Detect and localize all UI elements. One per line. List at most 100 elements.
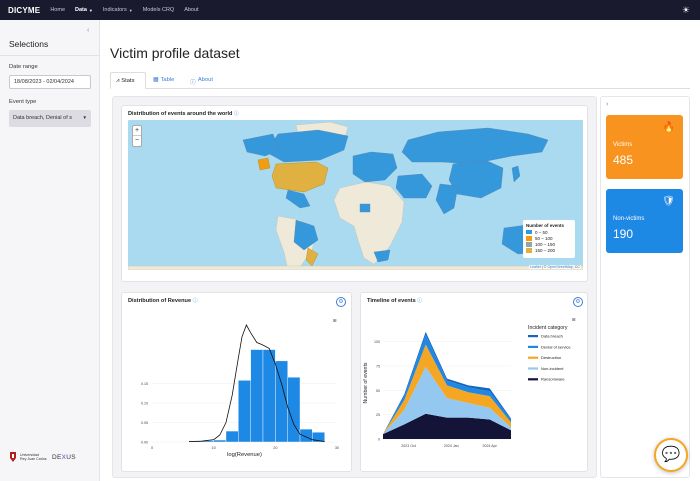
- y-tick-label: 0.05: [141, 421, 148, 425]
- caret-down-icon: ▼: [88, 7, 93, 13]
- country-india: [435, 183, 459, 215]
- gear-icon[interactable]: ⚙: [573, 297, 583, 307]
- info-icon: ⓘ: [190, 80, 196, 86]
- legend-swatch: [526, 236, 532, 241]
- zoom-control: + −: [132, 125, 142, 147]
- nonvictims-value: 190: [613, 227, 634, 241]
- nav-models-crq[interactable]: Models CRQ: [143, 7, 174, 13]
- x-tick-label: 0: [151, 446, 153, 450]
- caret-down-icon: ▼: [128, 7, 133, 13]
- nav-models-label: Models CRQ: [142, 7, 175, 13]
- revenue-title-text: Distribution of Revenue: [128, 298, 192, 304]
- histogram-bar: [262, 349, 276, 443]
- map-svg: [128, 121, 583, 270]
- tab-table[interactable]: ▦ Table: [148, 72, 180, 89]
- brand-logo[interactable]: DICYME: [8, 6, 40, 15]
- x-axis-label: log(Revenue): [227, 452, 262, 458]
- country-japan: [511, 165, 521, 183]
- dexus-logo: DEXUS: [52, 454, 76, 461]
- country-china: [448, 159, 504, 199]
- gear-icon[interactable]: ⚙: [336, 297, 346, 307]
- chevron-left-icon[interactable]: ‹: [87, 27, 89, 34]
- event-type-select[interactable]: Data breach, Denial of s ▼: [9, 110, 91, 127]
- timeline-card-title: Timeline of events ⓘ: [367, 297, 422, 304]
- country-west-tile: [257, 157, 271, 171]
- x-tick-label: 2024 Jan: [444, 444, 459, 448]
- sidebar-divider: [0, 55, 100, 56]
- revenue-histogram: 0.00 0.05 0.10 0.15 0 10 20 30 log(Revenue): [141, 324, 339, 458]
- land-antarctica: [128, 265, 583, 270]
- tab-about[interactable]: ⓘ About: [185, 72, 219, 89]
- map-attribution: Leaflet | © OpenStreetMap, CC: [529, 265, 581, 269]
- map-card-title: Distribution of events around the world …: [128, 110, 239, 117]
- nav-about[interactable]: About: [184, 7, 198, 13]
- legend-label: Destruction: [541, 355, 561, 360]
- urjc-crest-icon: [10, 452, 16, 462]
- legend-label: Denial of service: [541, 344, 571, 349]
- country-usa: [271, 161, 329, 193]
- tab-stats[interactable]: ⩘ Stats: [110, 72, 146, 89]
- histogram-bar: [299, 428, 313, 443]
- timeline-chart: 0 25 50 75 100 2023 Oct 2024 Jan 2024 Apr Number…: [363, 325, 571, 448]
- country-mexico: [285, 189, 311, 209]
- urjc-logo: Universidad Rey Juan Carlos: [9, 451, 47, 463]
- tab-stats-label: Stats: [121, 78, 135, 84]
- info-icon[interactable]: ⓘ: [234, 111, 239, 117]
- legend-label: 50 – 100: [535, 235, 553, 241]
- event-type-value: Data breach, Denial of s: [13, 115, 73, 121]
- y-tick-label: 50: [376, 389, 380, 393]
- world-map[interactable]: + − Number of events 0 – 50 50 – 100 100…: [128, 120, 583, 270]
- nav-indicators-label: Indicators: [102, 7, 127, 13]
- y-tick-label: 25: [376, 413, 380, 417]
- date-range-label: Date range: [9, 64, 38, 70]
- leaflet-link[interactable]: Leaflet: [530, 265, 541, 269]
- tab-bar: ⩘ Stats ▦ Table ⓘ About: [110, 72, 690, 89]
- nav-about-label: About: [184, 7, 199, 13]
- event-type-label: Event type: [9, 99, 37, 105]
- histogram-bar: [238, 380, 251, 443]
- revenue-card-title: Distribution of Revenue ⓘ: [128, 297, 198, 304]
- stats-panel: Distribution of events around the world …: [112, 96, 597, 478]
- zoom-in-button[interactable]: +: [133, 126, 141, 136]
- y-tick-label: 0.15: [141, 382, 148, 386]
- nav-home[interactable]: Home: [50, 7, 65, 13]
- date-range-input[interactable]: 18/08/2023 - 02/04/2024: [9, 75, 91, 89]
- y-axis-label: Number of events: [363, 362, 369, 403]
- y-tick-label: 0: [378, 438, 380, 442]
- chevron-right-icon[interactable]: ›: [606, 101, 608, 108]
- histogram-bar: [213, 439, 227, 443]
- sun-icon[interactable]: ☀: [682, 4, 690, 16]
- info-icon[interactable]: ⓘ: [193, 298, 198, 304]
- x-tick-label: 10: [212, 446, 216, 450]
- osm-link[interactable]: OpenStreetMap: [547, 265, 572, 269]
- nav-data-label: Data: [75, 7, 87, 13]
- main-content: Victim profile dataset ⩘ Stats ▦ Table ⓘ Ab…: [101, 20, 700, 481]
- tab-table-label: Table: [160, 77, 175, 83]
- histogram-bar: [225, 430, 239, 443]
- legend-label: Data breach: [541, 334, 563, 339]
- info-icon[interactable]: ⓘ: [417, 298, 422, 304]
- country-canada: [265, 129, 349, 163]
- region-middle-east: [395, 173, 433, 199]
- nav-home-label: Home: [50, 7, 65, 13]
- x-tick-label: 2024 Apr: [482, 444, 497, 448]
- navbar: DICYME Home Data ▼ Indicators ▼ Models CRQ…: [0, 0, 700, 20]
- nav-indicators[interactable]: Indicators ▼: [103, 7, 133, 13]
- nav-data[interactable]: Data ▼: [75, 7, 93, 13]
- country-nigeria: [359, 203, 371, 213]
- legend-label: 0 – 50: [535, 229, 548, 235]
- timeline-title-text: Timeline of events: [367, 298, 416, 304]
- legend-swatch: [528, 378, 538, 381]
- chat-bubble-icon[interactable]: 💬: [654, 438, 688, 472]
- sidebar: ‹ Selections Date range 18/08/2023 - 02/…: [0, 20, 100, 481]
- legend-swatch: [528, 356, 538, 359]
- legend-swatch: [528, 345, 538, 348]
- zoom-out-button[interactable]: −: [133, 136, 141, 146]
- histogram-bar: [250, 349, 264, 443]
- y-tick-label: 0.10: [141, 402, 148, 406]
- y-tick-label: 100: [374, 340, 380, 344]
- x-tick-label: 20: [273, 446, 277, 450]
- legend-swatch: [526, 248, 532, 253]
- value-boxes-panel: › 🔥 Victims 485 🛡 Non-victims 190: [600, 96, 690, 478]
- victims-box: 🔥 Victims 485: [606, 115, 683, 179]
